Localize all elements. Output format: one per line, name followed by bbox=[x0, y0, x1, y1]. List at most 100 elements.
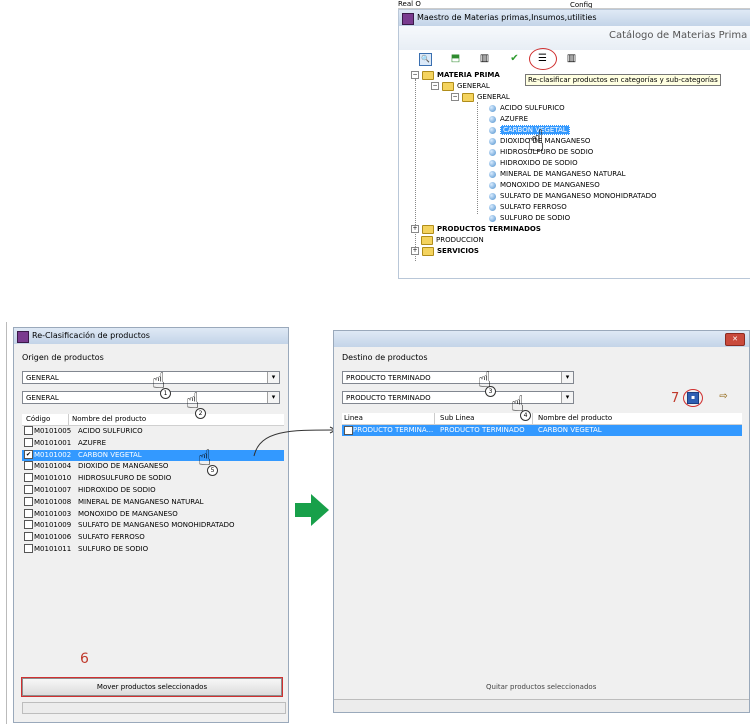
table-row[interactable]: M0101006 SULFATO FERROSO bbox=[22, 532, 284, 543]
item-icon bbox=[489, 170, 496, 178]
row-name: HIDROXIDO DE SODIO bbox=[78, 486, 156, 494]
tree-item[interactable]: SULFATO FERROSO bbox=[489, 202, 567, 212]
row-checkbox[interactable] bbox=[24, 437, 33, 447]
table-row[interactable]: M0101011 SULFURO DE SODIO bbox=[22, 544, 284, 555]
tree-item[interactable]: MONOXIDO DE MANGANESO bbox=[489, 180, 600, 190]
app-icon bbox=[17, 331, 29, 343]
folder-icon bbox=[422, 224, 434, 234]
destination-products-grid: Linea Sub Linea Nombre del producto PROD… bbox=[342, 413, 742, 681]
table-row[interactable]: M0101004 DIOXIDO DE MANGANESO bbox=[22, 461, 284, 472]
table-row[interactable]: ✔ M0101002 CARBON VEGETAL bbox=[22, 449, 284, 461]
save-icon[interactable]: ▪ bbox=[687, 392, 699, 404]
row-subline: PRODUCTO TERMINADO bbox=[440, 426, 525, 434]
row-code: M0101007 bbox=[34, 486, 72, 494]
search-icon[interactable]: 🔍 bbox=[419, 53, 432, 66]
chevron-down-icon[interactable]: ▾ bbox=[267, 392, 279, 403]
row-checkbox[interactable] bbox=[24, 544, 33, 553]
col-code[interactable]: Código bbox=[26, 414, 50, 425]
chevron-down-icon[interactable]: ▾ bbox=[561, 372, 573, 383]
row-name: CARBON VEGETAL bbox=[538, 426, 602, 434]
row-name: SULFATO FERROSO bbox=[78, 533, 145, 542]
tree-node-general2[interactable]: − GENERAL bbox=[451, 92, 510, 102]
row-name: AZUFRE bbox=[78, 438, 107, 447]
origin-line-select[interactable]: GENERAL ▾ bbox=[22, 371, 280, 384]
tree-item[interactable]: SULFURO DE SODIO bbox=[489, 213, 570, 223]
row-name: HIDROSULFURO DE SODIO bbox=[78, 474, 172, 483]
table-row[interactable]: M0101010 HIDROSULFURO DE SODIO bbox=[22, 473, 284, 484]
left-edge-line bbox=[6, 322, 7, 724]
row-checkbox[interactable] bbox=[24, 508, 33, 518]
tree-node-root[interactable]: − MATERIA PRIMA bbox=[411, 70, 500, 80]
step3-badge: 3 bbox=[485, 386, 496, 397]
chevron-down-icon[interactable]: ▾ bbox=[561, 392, 573, 403]
row-checkbox[interactable] bbox=[24, 485, 33, 494]
collapse-icon[interactable]: − bbox=[451, 93, 459, 101]
row-checkbox[interactable] bbox=[24, 426, 33, 435]
collapse-icon[interactable]: − bbox=[411, 71, 419, 79]
destination-line-select[interactable]: PRODUCTO TERMINADO ▾ bbox=[342, 371, 574, 384]
row-checkbox[interactable] bbox=[24, 496, 33, 506]
table-row[interactable]: M0101003 MONOXIDO DE MANGANESO bbox=[22, 508, 284, 520]
top-corner-text: Real O bbox=[398, 0, 421, 8]
tree-item[interactable]: ACIDO SULFURICO bbox=[489, 103, 565, 113]
table-row[interactable]: M0101009 SULFATO DE MANGANESO MONOHIDRATA… bbox=[22, 520, 284, 531]
tree-item[interactable]: MINERAL DE MANGANESO NATURAL bbox=[489, 169, 626, 179]
top-window-title: Maestro de Materias primas,Insumos,utili… bbox=[417, 13, 597, 22]
grid-header: Código Nombre del producto bbox=[22, 414, 284, 426]
hand-pointer-icon: ☝ bbox=[527, 124, 546, 159]
chevron-down-icon[interactable]: ▾ bbox=[267, 372, 279, 383]
tree-node-productos-terminados[interactable]: + PRODUCTOS TERMINADOS bbox=[411, 224, 541, 234]
tree-node-servicios[interactable]: + SERVICIOS bbox=[411, 246, 479, 256]
table-row[interactable]: M0101005 ACIDO SULFURICO bbox=[22, 426, 284, 437]
col-name[interactable]: Nombre del producto bbox=[72, 414, 146, 425]
folder-icon bbox=[422, 70, 434, 80]
origin-subline-select[interactable]: GENERAL ▾ bbox=[22, 391, 280, 404]
row-line: PRODUCTO TERMINA... bbox=[353, 426, 434, 434]
left-window-title: Re-Clasificación de productos bbox=[32, 331, 150, 340]
expand-icon[interactable]: + bbox=[411, 247, 419, 255]
expand-icon[interactable]: + bbox=[411, 225, 419, 233]
destination-subline-select[interactable]: PRODUCTO TERMINADO ▾ bbox=[342, 391, 574, 404]
list-icon-highlight-circle bbox=[529, 48, 557, 70]
check-icon[interactable]: ✔ bbox=[509, 53, 520, 64]
row-checkbox[interactable] bbox=[24, 532, 33, 542]
row-name: CARBON VEGETAL bbox=[78, 450, 142, 459]
grid-icon[interactable]: ▥ bbox=[479, 53, 490, 64]
table-row[interactable]: M0101001 AZUFRE bbox=[22, 437, 284, 449]
move-selected-button[interactable]: Mover productos seleccionados bbox=[21, 677, 283, 697]
columns-icon[interactable]: ▥ bbox=[566, 53, 577, 64]
reclassify-destination-window: ✕ Destino de productos PRODUCTO TERMINAD… bbox=[333, 330, 750, 713]
tree-node-general1[interactable]: − GENERAL bbox=[431, 81, 490, 91]
row-checkbox[interactable] bbox=[344, 426, 353, 435]
destination-label: Destino de productos bbox=[342, 353, 428, 362]
close-button[interactable]: ✕ bbox=[725, 333, 745, 346]
collapse-icon[interactable]: − bbox=[431, 82, 439, 90]
origin-label: Origen de productos bbox=[22, 353, 104, 362]
export-icon[interactable]: ⬒ bbox=[450, 53, 461, 64]
row-checkbox[interactable]: ✔ bbox=[24, 449, 33, 459]
catalog-title: Catálogo de Materias Prima bbox=[609, 30, 748, 41]
table-row[interactable]: M0101007 HIDROXIDO DE SODIO bbox=[22, 485, 284, 496]
table-row[interactable]: M0101008 MINERAL DE MANGANESO NATURAL bbox=[22, 496, 284, 508]
col-line[interactable]: Linea bbox=[344, 413, 363, 424]
tree-item[interactable]: AZUFRE bbox=[489, 114, 528, 124]
col-subline[interactable]: Sub Linea bbox=[440, 413, 474, 424]
item-icon bbox=[489, 115, 496, 123]
row-checkbox[interactable] bbox=[24, 520, 33, 530]
tree-item[interactable]: HIDROXIDO DE SODIO bbox=[489, 158, 578, 168]
row-code: M0101002 bbox=[34, 450, 72, 459]
left-titlebar: Re-Clasificación de productos bbox=[14, 328, 288, 344]
col-name[interactable]: Nombre del producto bbox=[538, 413, 612, 424]
exit-icon[interactable]: ⇨ bbox=[718, 391, 729, 402]
item-icon bbox=[489, 159, 496, 167]
tree-item[interactable]: SULFATO DE MANGANESO MONOHIDRATADO bbox=[489, 191, 657, 201]
table-row[interactable]: PRODUCTO TERMINA... PRODUCTO TERMINADO C… bbox=[342, 425, 742, 436]
remove-selected-button[interactable]: Quitar productos seleccionados bbox=[486, 683, 596, 691]
tree-node-produccion[interactable]: PRODUCCION bbox=[421, 235, 484, 245]
step5-badge: 5 bbox=[207, 465, 218, 476]
row-checkbox[interactable] bbox=[24, 473, 33, 483]
row-name: MONOXIDO DE MANGANESO bbox=[78, 509, 178, 518]
step2-badge: 2 bbox=[195, 408, 206, 419]
row-name: MINERAL DE MANGANESO NATURAL bbox=[78, 497, 204, 506]
row-checkbox[interactable] bbox=[24, 461, 33, 471]
